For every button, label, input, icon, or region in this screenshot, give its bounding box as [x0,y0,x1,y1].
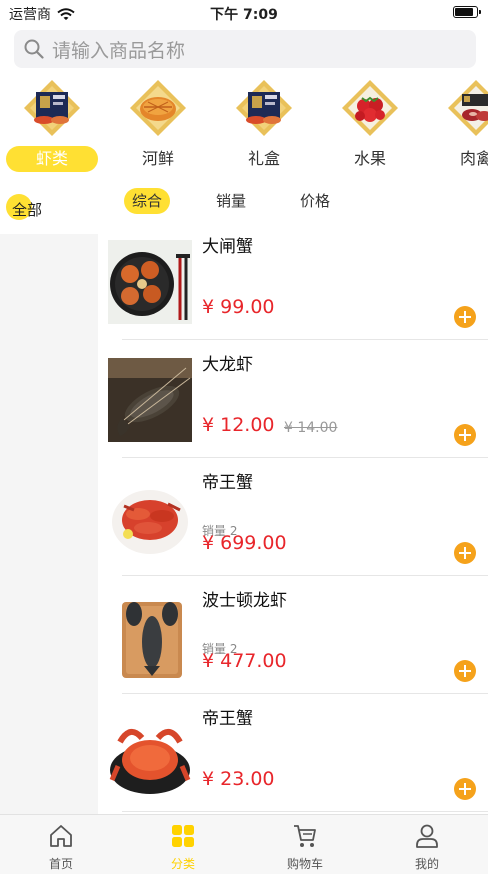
product-price: ¥ 12.00 [202,414,275,436]
category-label[interactable]: 礼盒 [218,146,310,172]
category-item-gift-box[interactable]: 礼盒 [212,74,308,174]
status-time: 下午 7:09 [210,7,278,23]
divider [122,811,488,812]
product-price: ¥ 23.00 [202,768,275,790]
category-label[interactable]: 水果 [324,146,416,172]
tab-profile[interactable]: 我的 [366,815,488,874]
category-label[interactable]: 河鲜 [112,146,204,172]
battery-level [455,8,473,16]
sort-tabs: 综合 销量 价格 [98,184,488,218]
category-grid-icon [172,825,194,847]
tab-label: 首页 [48,857,73,871]
product-name: 帝王蟹 [202,473,253,493]
category-item-river-fish[interactable]: 河鲜 [106,74,202,174]
category-item-fruit[interactable]: 水果 [318,74,414,174]
category-item-meat[interactable]: 肉禽 [424,74,488,174]
bottom-tab-bar: 首页 分类 购物车 我的 [0,814,488,874]
add-to-cart-button[interactable] [454,778,476,800]
category-row[interactable]: 虾类 河鲜 礼盒 水果 肉禽 [0,74,488,174]
add-to-cart-button[interactable] [454,542,476,564]
search-bar[interactable]: 请输入商品名称 [14,30,476,68]
product-price: ¥ 477.00 [202,650,287,672]
product-item[interactable]: 帝王蟹 销量 2 ¥ 699.00 [98,458,488,576]
king-crab-image [108,712,192,796]
search-icon [24,39,44,59]
add-to-cart-button[interactable] [454,660,476,682]
cart-icon [294,825,316,847]
category-item-shrimp[interactable]: 虾类 [0,74,98,174]
sort-tab-price[interactable]: 价格 [292,188,338,214]
crabs-on-plate-image [108,240,192,324]
sort-tab-comprehensive[interactable]: 综合 [124,188,170,214]
sidebar-item-all[interactable]: 全部 [0,182,98,234]
category-sidebar: 全部 [0,182,98,814]
add-to-cart-button[interactable] [454,306,476,328]
product-price: ¥ 699.00 [202,532,287,554]
product-name: 帝王蟹 [202,709,253,729]
add-to-cart-button[interactable] [454,424,476,446]
search-input[interactable]: 请输入商品名称 [52,36,185,63]
battery-icon [453,6,481,18]
sort-tab-sales[interactable]: 销量 [208,188,254,214]
tab-label: 我的 [414,857,439,871]
sidebar-item-label: 全部 [12,201,43,219]
product-name: 大龙虾 [202,355,253,375]
product-name: 波士顿龙虾 [202,591,287,611]
gift-box-thumbnail [24,80,80,136]
product-item[interactable]: 波士顿龙虾 销量 2 ¥ 477.00 [98,576,488,694]
product-item[interactable]: 大闸蟹 ¥ 99.00 [98,222,488,340]
status-bar: 运营商 下午 7:09 [0,0,488,26]
category-label[interactable]: 肉禽 [430,146,488,172]
home-icon [50,825,72,847]
tab-label: 分类 [170,857,195,871]
product-list[interactable]: 大闸蟹 ¥ 99.00 大龙虾 ¥ 12.00 ¥ 14.00 帝王蟹 销量 2… [98,222,488,814]
product-item[interactable]: 大龙虾 ¥ 12.00 ¥ 14.00 [98,340,488,458]
product-name: 大闸蟹 [202,237,253,257]
lobster-image [108,358,192,442]
category-label[interactable]: 虾类 [6,146,98,172]
tab-category[interactable]: 分类 [122,815,244,874]
tab-cart[interactable]: 购物车 [244,815,366,874]
king-crab-legs-image [108,476,192,560]
product-original-price: ¥ 14.00 [284,420,338,436]
tab-home[interactable]: 首页 [0,815,122,874]
gift-box-thumbnail [236,80,292,136]
product-price: ¥ 99.00 [202,296,275,318]
user-icon [416,824,438,848]
meat-box-thumbnail [448,80,488,136]
boston-lobster-image [108,594,192,678]
strawberry-thumbnail [342,80,398,136]
fried-fish-thumbnail [130,80,186,136]
tab-label: 购物车 [286,857,323,871]
product-item[interactable]: 帝王蟹 ¥ 23.00 [98,694,488,812]
